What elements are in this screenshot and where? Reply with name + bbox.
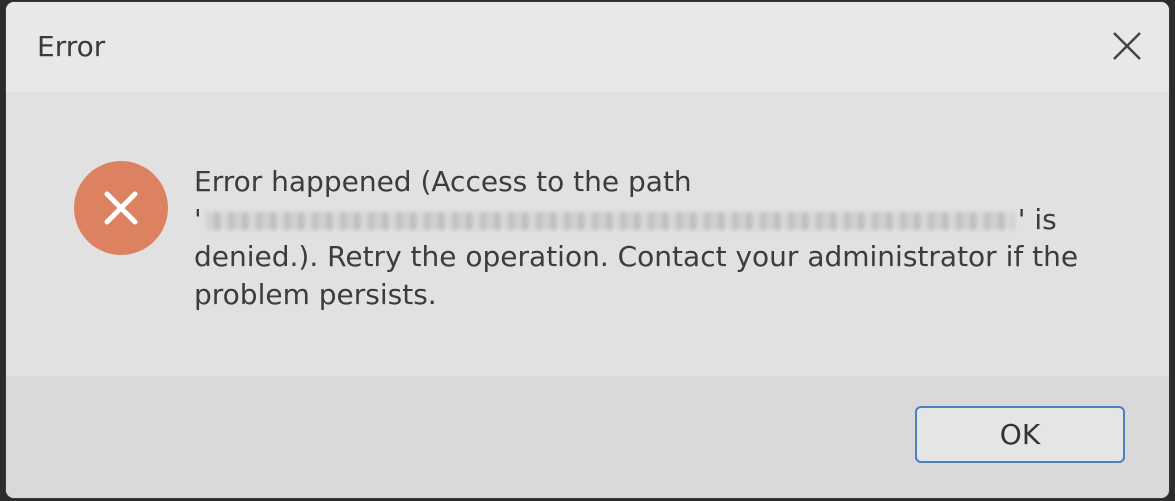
error-dialog: Error Error happened (Access to the path… bbox=[6, 2, 1169, 498]
redacted-path bbox=[205, 211, 1014, 230]
dialog-footer: OK bbox=[6, 376, 1169, 498]
close-button[interactable] bbox=[1107, 26, 1147, 66]
message-text-before: Error happened (Access to the path bbox=[194, 165, 692, 198]
ok-button[interactable]: OK bbox=[915, 406, 1125, 463]
error-x-icon bbox=[74, 161, 168, 255]
path-quote-close: ' bbox=[1017, 202, 1026, 236]
path-quote-open: ' bbox=[194, 202, 202, 236]
close-icon bbox=[1113, 32, 1141, 60]
title-bar: Error bbox=[6, 2, 1169, 92]
dialog-title: Error bbox=[37, 30, 106, 63]
error-message: Error happened (Access to the path ' ' is… bbox=[194, 163, 1114, 313]
dialog-content: Error happened (Access to the path ' ' is… bbox=[6, 92, 1169, 376]
